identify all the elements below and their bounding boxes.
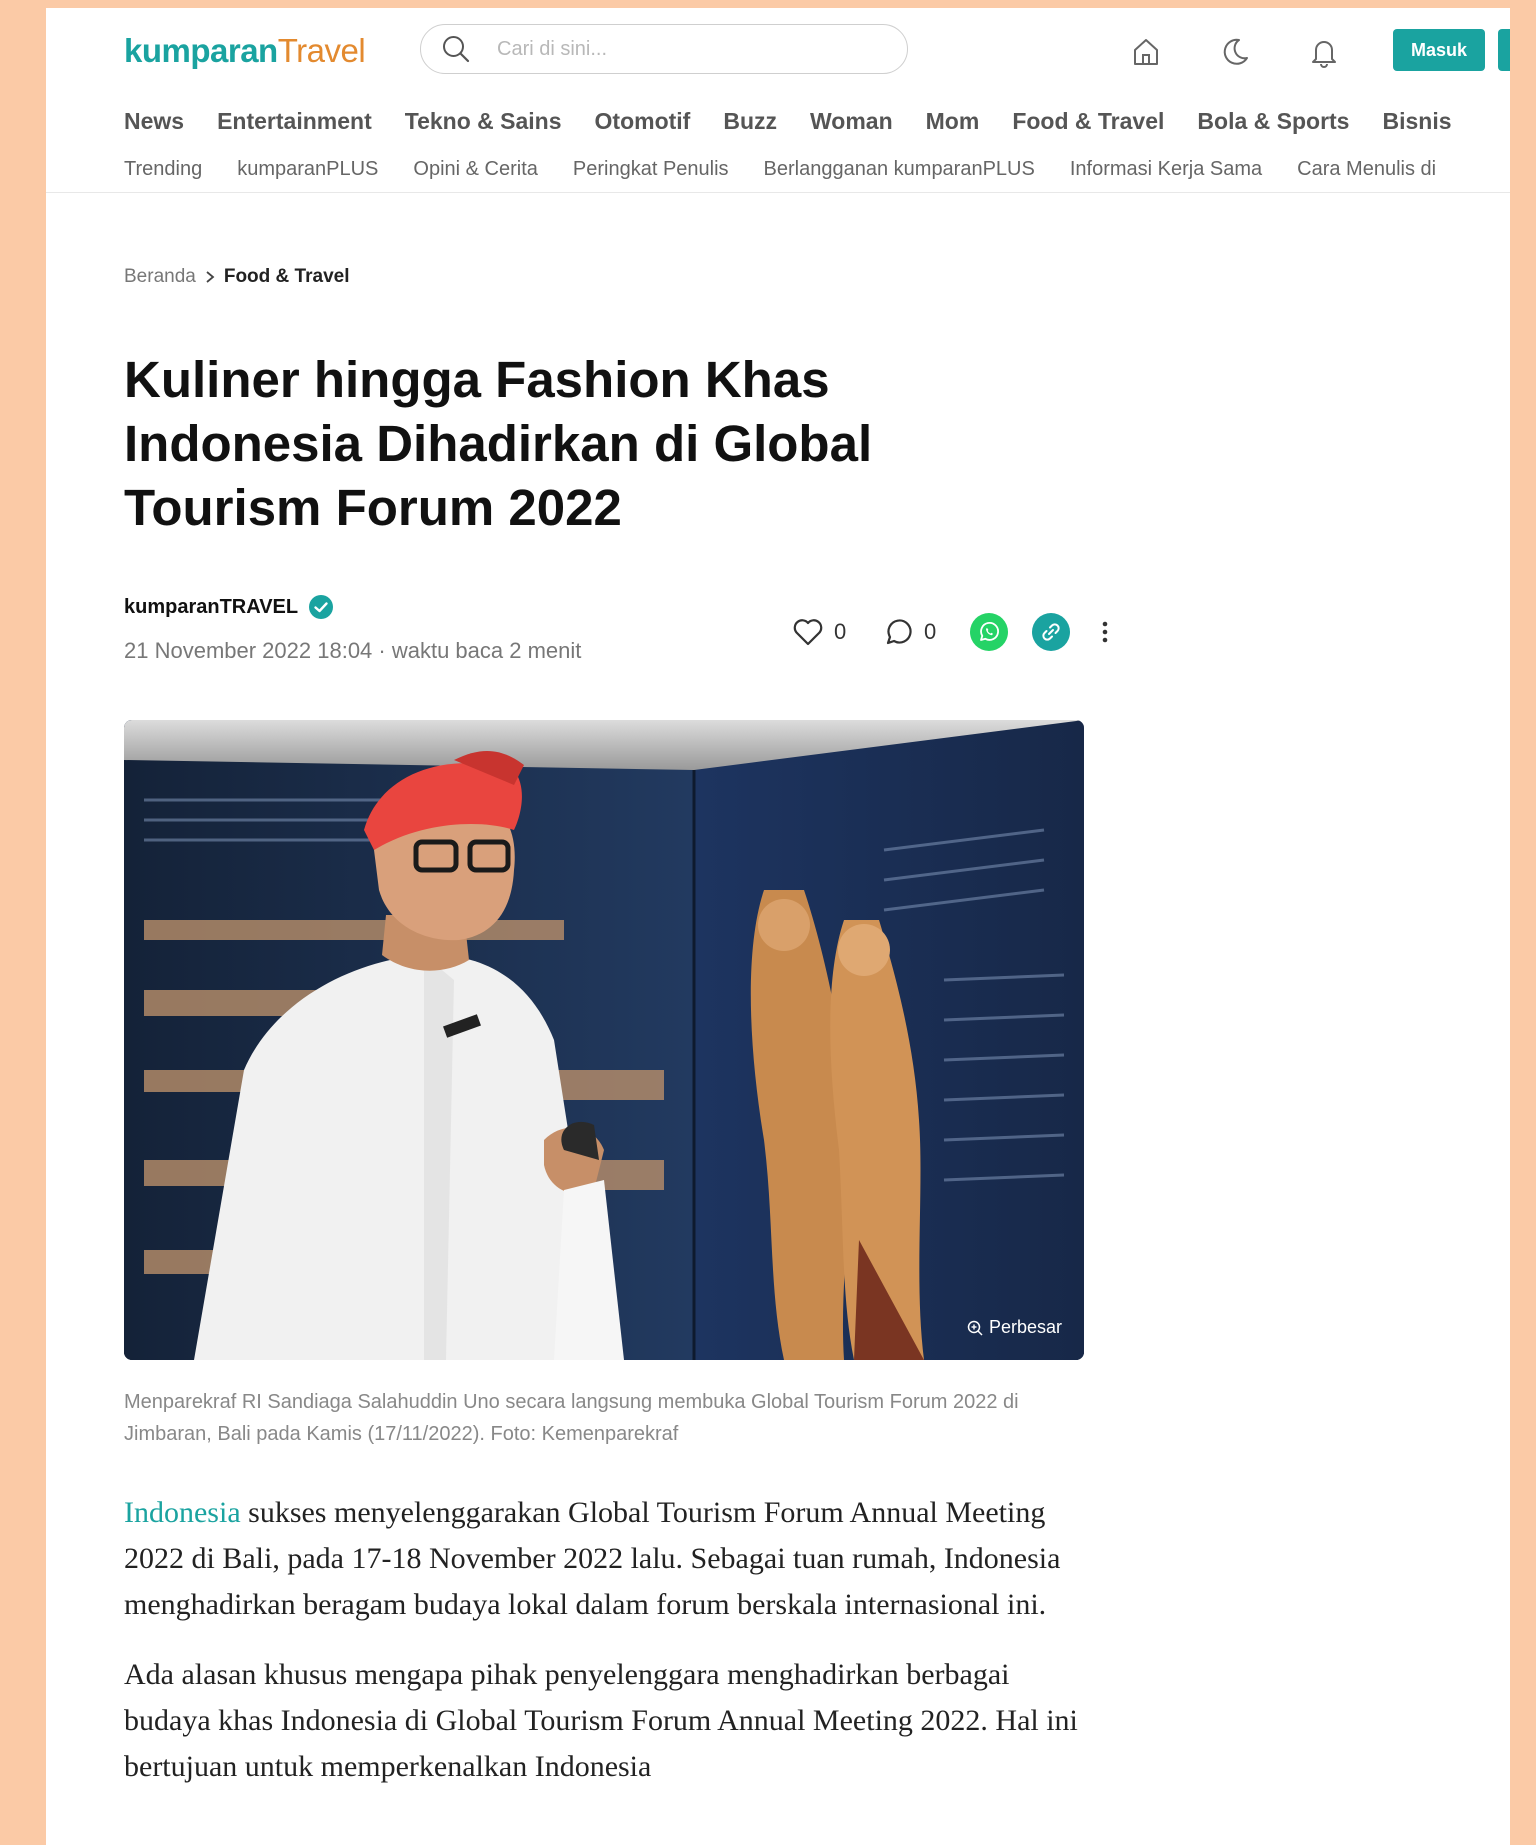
breadcrumb-home[interactable]: Beranda [124, 266, 196, 288]
zoom-in-icon [967, 1320, 983, 1336]
link-icon [1032, 613, 1070, 651]
share-whatsapp-button[interactable] [970, 612, 1008, 652]
nav-item[interactable]: Bola & Sports [1197, 108, 1349, 134]
more-vertical-icon [1102, 621, 1108, 643]
comment-bubble-icon [886, 619, 912, 645]
nav-item[interactable]: Mom [926, 108, 980, 134]
subnav-item[interactable]: Peringkat Penulis [573, 158, 729, 180]
comment-count: 0 [924, 619, 937, 644]
home-icon[interactable] [1130, 36, 1162, 68]
page: kumparanTravel Masuk News Entertainment Te… [46, 8, 1510, 1845]
copy-link-button[interactable] [1032, 612, 1070, 652]
article-paragraph: Indonesia sukses menyelenggarakan Global… [124, 1496, 1061, 1621]
like-button[interactable]: 0 [792, 612, 846, 652]
article-paragraph: Ada alasan khusus mengapa pihak penyelen… [124, 1658, 1078, 1783]
indonesia-tag-link[interactable]: Indonesia [124, 1496, 241, 1529]
subnav-item[interactable]: Berlangganan kumparanPLUS [764, 158, 1035, 180]
author-name[interactable]: kumparanTRAVEL [124, 594, 334, 620]
article-meta: 21 November 2022 18:04 · waktu baca 2 me… [124, 638, 582, 663]
heart-icon [793, 619, 823, 646]
nav-item[interactable]: Entertainment [217, 108, 372, 134]
verified-badge-icon [309, 595, 334, 619]
subnav-item[interactable]: Trending [124, 158, 202, 180]
dark-mode-moon-icon[interactable] [1219, 36, 1251, 68]
nav-item[interactable]: News [124, 108, 184, 134]
site-logo[interactable]: kumparanTravel [124, 32, 366, 70]
comment-button[interactable]: 0 [882, 612, 936, 652]
whatsapp-icon [970, 613, 1008, 651]
bottom-fade [46, 1815, 1510, 1845]
search-box[interactable] [420, 24, 908, 74]
article-body: Indonesia sukses menyelenggarakan Global… [124, 1490, 1084, 1814]
main-nav: News Entertainment Tekno & Sains Otomotif Bu… [124, 108, 1485, 135]
photo-illustration [124, 720, 1084, 1360]
breadcrumb: Beranda Food & Travel [124, 266, 349, 288]
nav-item[interactable]: Tekno & Sains [405, 108, 562, 134]
subnav-item[interactable]: kumparanPLUS [237, 158, 378, 180]
nav-item[interactable]: Woman [810, 108, 893, 134]
login-button[interactable]: Masuk [1393, 29, 1485, 71]
notification-bell-icon[interactable] [1308, 36, 1340, 68]
subnav-item[interactable]: Informasi Kerja Sama [1070, 158, 1262, 180]
search-icon [443, 36, 470, 63]
chevron-right-icon [206, 271, 215, 283]
subnav-item[interactable]: Opini & Cerita [413, 158, 538, 180]
enlarge-photo-button[interactable]: Perbesar [967, 1317, 1062, 1338]
subnav-item[interactable]: Cara Menulis di [1297, 158, 1436, 180]
breadcrumb-current[interactable]: Food & Travel [224, 266, 350, 288]
search-input[interactable] [495, 36, 879, 62]
site-header: kumparanTravel Masuk News Entertainment Te… [46, 8, 1510, 193]
more-options-button[interactable] [1100, 612, 1110, 652]
photo-caption: Menparekraf RI Sandiaga Salahuddin Uno s… [124, 1391, 1019, 1445]
register-button[interactable] [1498, 29, 1510, 71]
nav-item[interactable]: Buzz [723, 108, 777, 134]
nav-item[interactable]: Food & Travel [1012, 108, 1164, 134]
like-count: 0 [834, 619, 847, 644]
article-title: Kuliner hingga Fashion Khas Indonesia Di… [124, 351, 873, 536]
nav-item[interactable]: Bisnis [1382, 108, 1451, 134]
nav-item[interactable]: Otomotif [595, 108, 691, 134]
article-photo[interactable]: Perbesar [124, 720, 1084, 1360]
sub-nav: Trending kumparanPLUS Opini & Cerita Pering… [124, 158, 1471, 181]
